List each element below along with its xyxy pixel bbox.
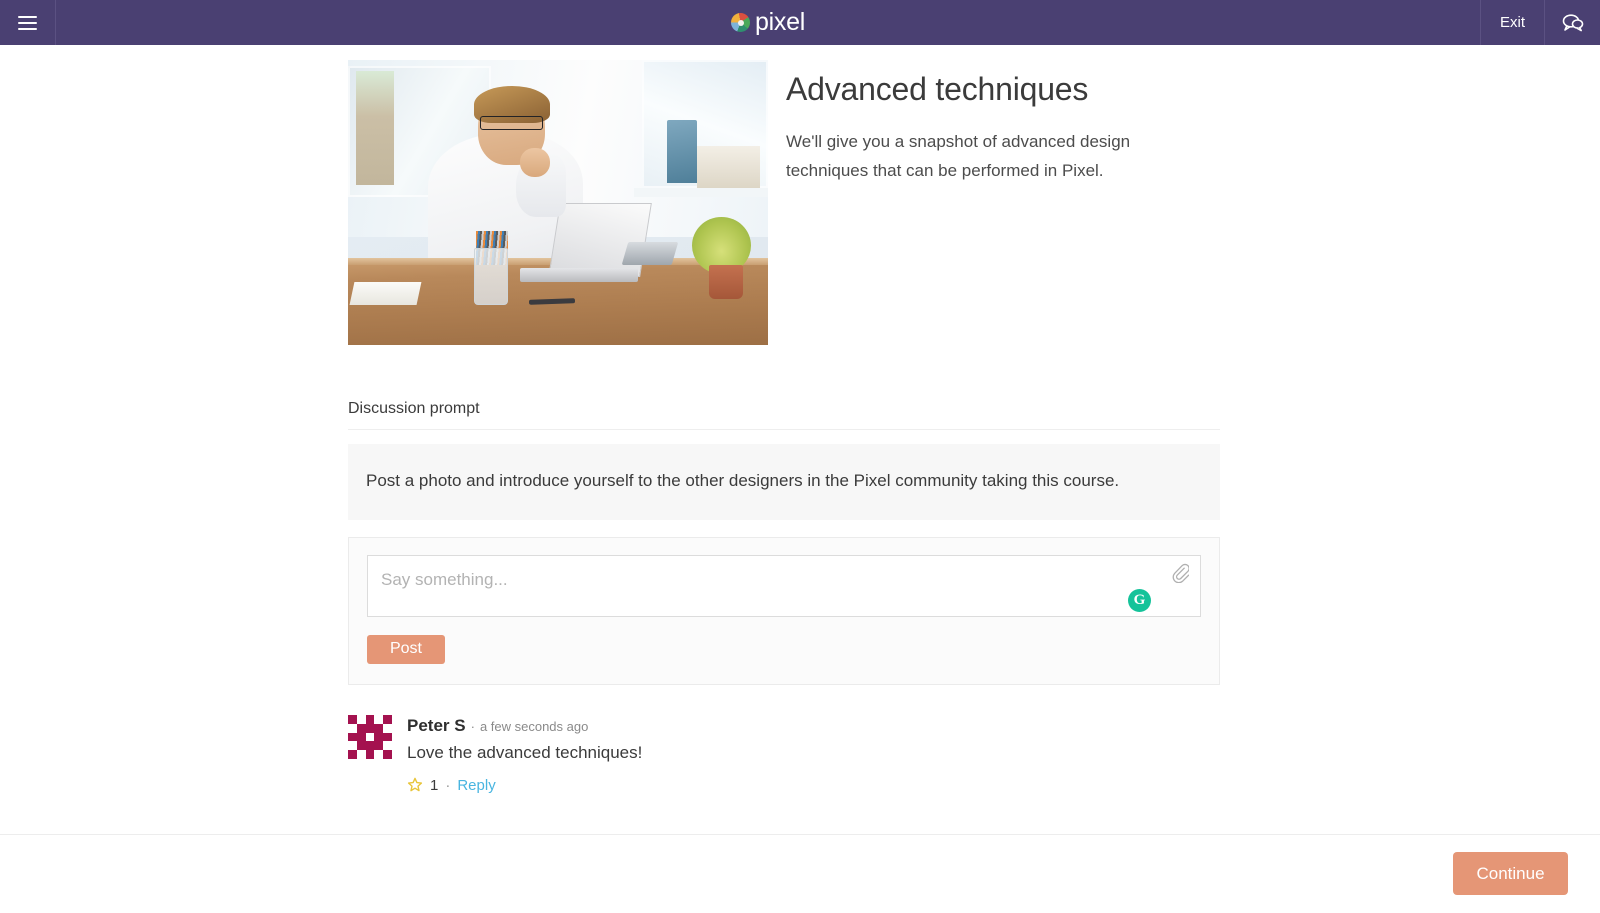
top-navigation-bar: pixel Exit — [0, 0, 1600, 45]
hamburger-menu-icon — [18, 15, 37, 30]
page-title: Advanced techniques — [786, 71, 1089, 107]
footer-bar: Continue — [0, 834, 1600, 913]
comment-text: Love the advanced techniques! — [407, 743, 643, 762]
brand-logo: pixel — [56, 0, 1480, 45]
exit-button[interactable]: Exit — [1480, 0, 1544, 45]
comment-separator: · — [470, 719, 475, 734]
comment-timestamp: a few seconds ago — [479, 719, 589, 734]
comment-item: Peter S · a few seconds ago Love the adv… — [348, 715, 642, 794]
exit-label: Exit — [1499, 14, 1525, 31]
star-count: 1 — [430, 776, 439, 794]
comment-actions: 1 · Reply — [407, 777, 642, 794]
paperclip-icon[interactable] — [1171, 563, 1190, 584]
comment-author: Peter S — [407, 716, 466, 735]
chat-bubble-icon — [1562, 13, 1583, 31]
chat-button[interactable] — [1544, 0, 1600, 45]
hamburger-menu-button[interactable] — [0, 0, 56, 45]
lesson-hero: Advanced techniques We'll give you a sna… — [348, 60, 1220, 345]
lesson-hero-image — [348, 60, 768, 345]
logo-text: pixel — [755, 8, 805, 36]
reply-link[interactable]: Reply — [457, 777, 495, 794]
grammarly-badge-icon[interactable]: G — [1128, 588, 1151, 612]
discussion-section: Discussion prompt Post a photo and intro… — [348, 400, 1220, 685]
discussion-prompt-box: Post a photo and introduce yourself to t… — [348, 444, 1220, 520]
grammarly-letter: G — [1133, 591, 1146, 608]
continue-button[interactable]: Continue — [1453, 852, 1568, 895]
discussion-section-label: Discussion prompt — [348, 400, 1220, 430]
comment-input[interactable] — [367, 554, 1201, 617]
lesson-content-area: Advanced techniques We'll give you a sna… — [0, 45, 1600, 834]
post-button[interactable]: Post — [367, 634, 445, 664]
page-description: We'll give you a snapshot of advanced de… — [786, 132, 1131, 181]
comment-composer: G Post — [348, 536, 1220, 685]
discussion-prompt-text: Post a photo and introduce yourself to t… — [366, 471, 1120, 490]
star-outline-icon[interactable] — [407, 777, 423, 793]
action-separator: · — [445, 776, 451, 794]
avatar — [348, 715, 392, 759]
pixel-logo-mark-icon — [731, 13, 751, 32]
